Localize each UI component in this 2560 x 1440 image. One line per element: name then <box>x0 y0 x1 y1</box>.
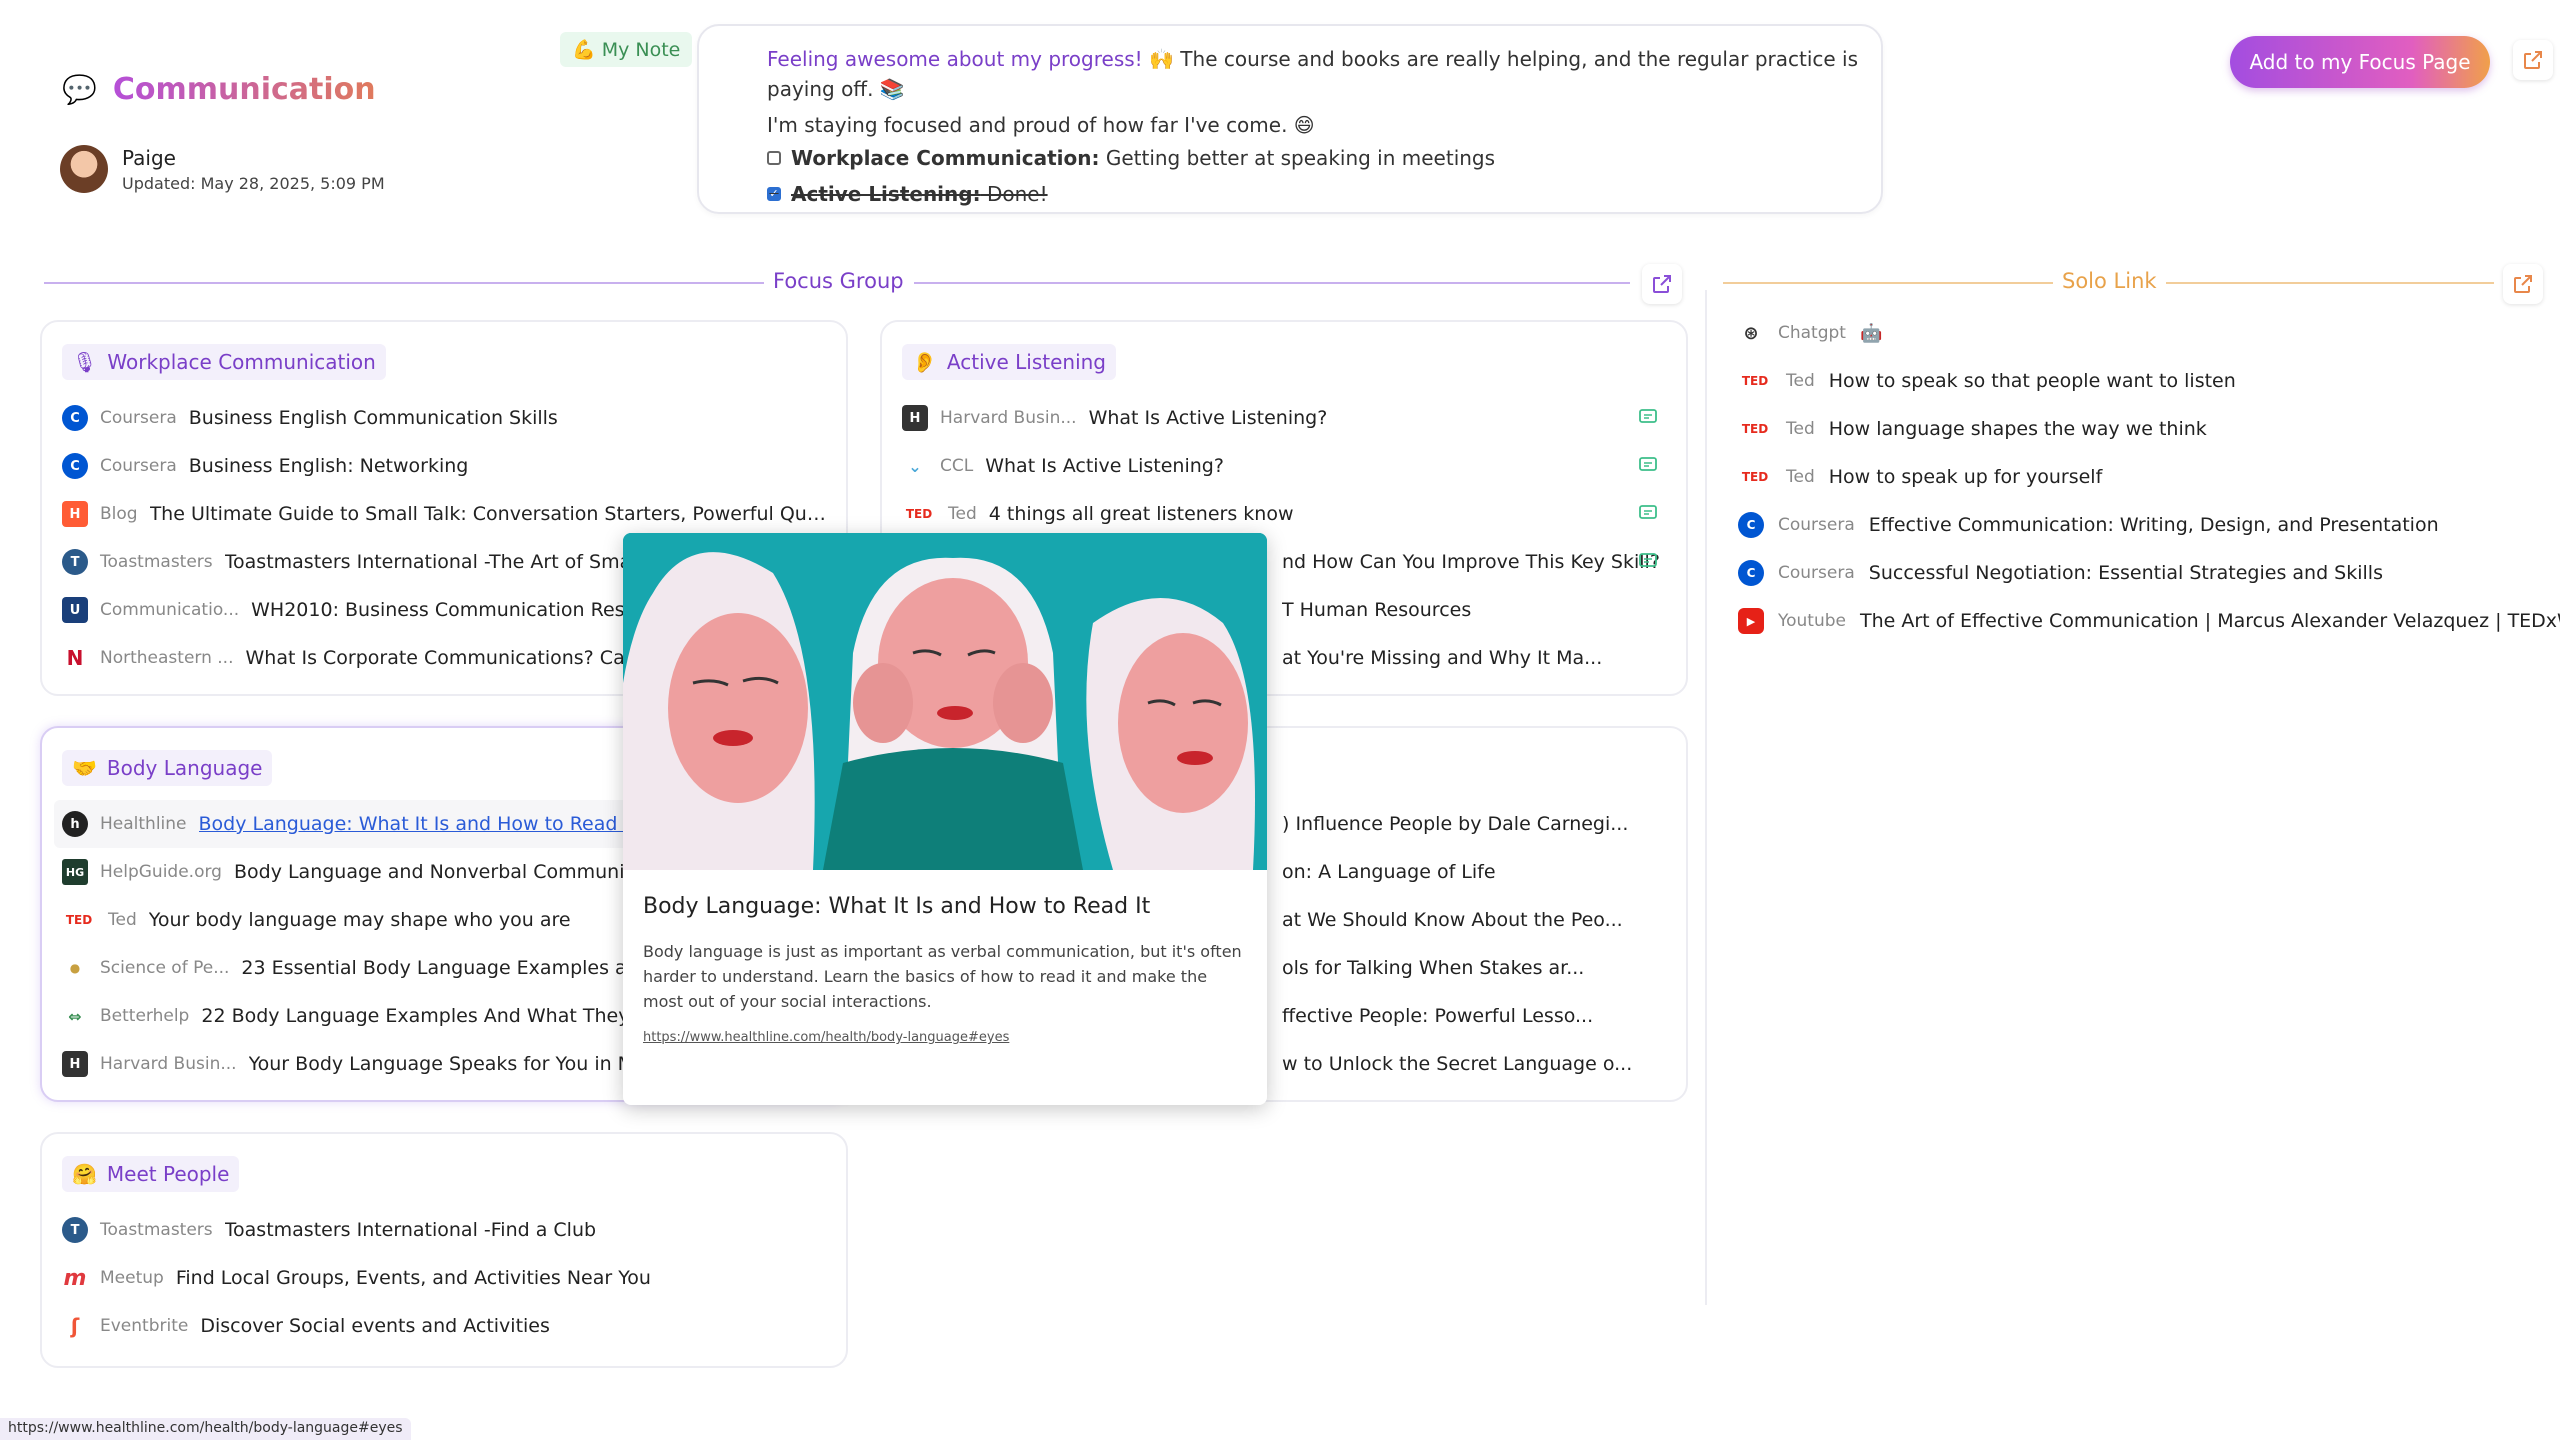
solo-divider-left <box>1723 282 2053 284</box>
checkbox[interactable] <box>767 151 781 165</box>
list-item[interactable]: C Coursera Business English: Networking <box>62 442 826 490</box>
science-of-people-icon: ● <box>62 955 88 981</box>
comment-icon[interactable] <box>1638 455 1658 475</box>
author-info: Paige Updated: May 28, 2025, 5:09 PM <box>60 145 385 193</box>
healthline-icon: h <box>62 811 88 837</box>
comment-icon[interactable] <box>1638 503 1658 523</box>
solo-item-chatgpt[interactable]: ⊛ Chatgpt 🤖 <box>1738 320 1882 346</box>
solo-item[interactable]: C Coursera Successful Negotiation: Essent… <box>1738 560 2383 586</box>
ccl-icon: ⌄ <box>902 453 928 479</box>
checkbox-checked[interactable]: ✓ <box>767 187 781 201</box>
hug-icon: 🤗 <box>72 1162 97 1186</box>
list-item[interactable]: TED Ted 4 things all great listeners know <box>902 490 1666 538</box>
author-name: Paige <box>122 145 176 170</box>
coursera-icon: C <box>1738 512 1764 538</box>
hbr-icon: H <box>902 405 928 431</box>
list-item[interactable]: C Coursera Business English Communication … <box>62 394 826 442</box>
list-item[interactable]: ʃ Eventbrite Discover Social events and Ac… <box>62 1302 826 1350</box>
microphone-icon: 🎙 <box>72 350 98 374</box>
solo-item[interactable]: TED Ted How language shapes the way we th… <box>1738 416 2207 442</box>
focus-divider-right <box>914 282 1630 284</box>
solo-divider-right <box>2166 282 2494 284</box>
preview-title: Body Language: What It Is and How to Rea… <box>643 894 1151 919</box>
page-header: 💬 Communication <box>62 72 376 107</box>
handshake-icon: 🤝 <box>72 756 97 780</box>
solo-link-external-link-icon[interactable] <box>2503 264 2543 304</box>
note-task-1: Workplace Communication: Getting better … <box>767 140 1865 176</box>
list-item[interactable]: ⌄ CCL What Is Active Listening? <box>902 442 1666 490</box>
add-to-focus-page-button[interactable]: Add to my Focus Page <box>2230 36 2490 88</box>
avatar[interactable] <box>60 145 108 193</box>
chip-active-listening[interactable]: 👂 Active Listening <box>902 344 1116 380</box>
ted-icon: TED <box>902 501 936 527</box>
solo-item[interactable]: C Coursera Effective Communication: Writi… <box>1738 512 2439 538</box>
helpguide-icon: HG <box>62 859 88 885</box>
chip-meet-people[interactable]: 🤗 Meet People <box>62 1156 240 1192</box>
shield-icon: U <box>62 597 88 623</box>
chip-body-language[interactable]: 🤝 Body Language <box>62 750 273 786</box>
ted-icon: TED <box>1738 368 1772 394</box>
list-item[interactable]: H Blog The Ultimate Guide to Small Talk: C… <box>62 490 826 538</box>
link-preview-popover[interactable]: Body Language: What It Is and How to Rea… <box>623 533 1267 1105</box>
chip-workplace-communication[interactable]: 🎙 Workplace Communication <box>62 344 386 380</box>
note-task-2: ✓ Active Listening: Done! <box>767 176 1865 212</box>
eventbrite-icon: ʃ <box>62 1313 88 1339</box>
robot-icon: 🤖 <box>1859 322 1883 344</box>
note-box[interactable]: Feeling awesome about my progress! 🙌 The… <box>697 24 1883 214</box>
youtube-icon: ▶ <box>1738 608 1764 634</box>
toastmasters-icon: T <box>62 549 88 575</box>
coursera-icon: C <box>62 405 88 431</box>
my-note-label: 💪 My Note <box>560 32 693 67</box>
updated-timestamp: Updated: May 28, 2025, 5:09 PM <box>122 173 385 193</box>
list-item[interactable]: m Meetup Find Local Groups, Events, and Ac… <box>62 1254 826 1302</box>
ted-icon: TED <box>1738 464 1772 490</box>
ear-icon: 👂 <box>912 350 937 374</box>
comment-icon[interactable] <box>1638 407 1658 427</box>
note-line-2: I'm staying focused and proud of how far… <box>767 113 1315 137</box>
ted-icon: TED <box>62 907 96 933</box>
list-item[interactable]: H Harvard Busin... What Is Active Listenin… <box>902 394 1666 442</box>
solo-item[interactable]: TED Ted How to speak up for yourself <box>1738 464 2102 490</box>
note-line-1: Feeling awesome about my progress! 🙌 The… <box>767 47 1859 101</box>
illustration-three-women <box>623 533 1267 870</box>
preview-description: Body language is just as important as ve… <box>643 942 1242 1011</box>
external-link-icon[interactable] <box>2513 40 2553 80</box>
preview-url-link[interactable]: https://www.healthline.com/health/body-l… <box>643 1030 1247 1045</box>
ted-icon: TED <box>1738 416 1772 442</box>
chatgpt-icon: ⊛ <box>1738 320 1764 346</box>
list-item[interactable]: T Toastmasters Toastmasters International … <box>62 1206 826 1254</box>
focus-divider-left <box>44 282 764 284</box>
focus-group-label: Focus Group <box>773 269 904 293</box>
betterhelp-icon: ⇔ <box>62 1003 88 1029</box>
focus-group-external-link-icon[interactable] <box>1642 264 1682 304</box>
toastmasters-icon: T <box>62 1217 88 1243</box>
page-title: Communication <box>112 72 376 107</box>
card-meet-people: 🤗 Meet People T Toastmasters Toastmasters … <box>40 1132 848 1368</box>
speech-bubble-icon: 💬 <box>62 73 97 106</box>
solo-link-label: Solo Link <box>2062 269 2157 293</box>
browser-status-bar: https://www.healthline.com/health/body-l… <box>0 1418 411 1440</box>
solo-item[interactable]: ▶ Youtube The Art of Effective Communicat… <box>1738 608 2560 634</box>
hbr-icon: H <box>62 1051 88 1077</box>
solo-item[interactable]: TED Ted How to speak so that people want … <box>1738 368 2236 394</box>
preview-image <box>623 533 1267 870</box>
column-separator <box>1705 290 1707 1305</box>
coursera-icon: C <box>1738 560 1764 586</box>
hubspot-icon: H <box>62 501 88 527</box>
coursera-icon: C <box>62 453 88 479</box>
northeastern-icon: N <box>62 645 88 671</box>
comment-icon[interactable] <box>1638 551 1658 571</box>
meetup-icon: m <box>62 1265 88 1291</box>
